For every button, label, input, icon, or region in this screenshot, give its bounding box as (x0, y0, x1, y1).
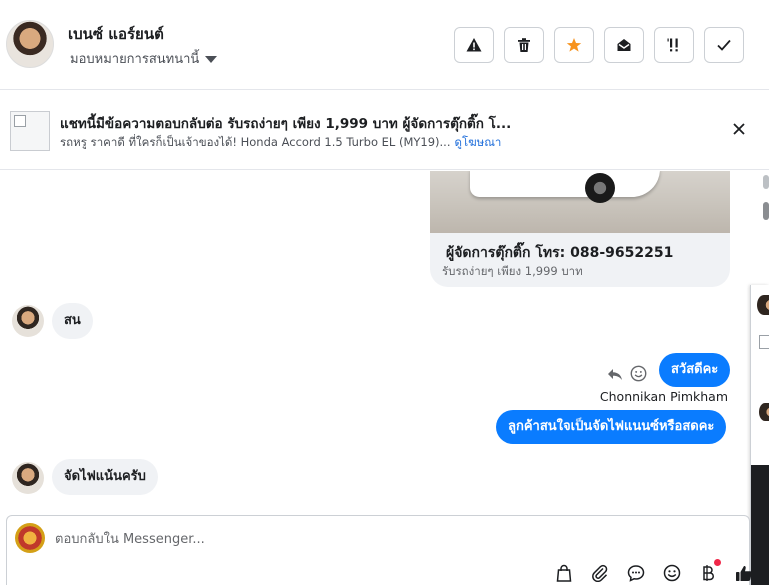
emoji-icon (663, 564, 681, 582)
trash-icon (518, 38, 530, 52)
report-button[interactable] (454, 27, 494, 63)
payment-button[interactable] (697, 559, 721, 584)
outgoing-message: สวัสดีคะ (659, 353, 731, 387)
reply-icon[interactable] (607, 366, 623, 382)
car-wheel (585, 173, 615, 203)
car-photo (430, 171, 730, 233)
ad-card[interactable]: ผู้จัดการตุ๊กติ๊ก โทร: 088-9652251 รับรถ… (430, 171, 730, 287)
scrollbar[interactable] (763, 175, 769, 189)
view-ad-link[interactable]: ดูโฆษณา (455, 135, 502, 149)
ad-card-subtitle: รับรถง่ายๆ เพียง 1,999 บาท (442, 264, 583, 278)
like-button[interactable] (733, 562, 755, 584)
delete-button[interactable] (504, 27, 544, 63)
sender-name: Chonnikan Pimkham (599, 389, 728, 404)
mark-unread-icon (617, 39, 631, 51)
notification-dot (714, 559, 721, 566)
incoming-message: สน (52, 303, 93, 339)
contact-avatar-small (12, 305, 44, 337)
outgoing-message: ลูกค้าสนใจเป็นจัดไฟแนนซ์หรือสดคะ (496, 410, 727, 444)
attach-button[interactable] (589, 562, 611, 584)
paperclip-icon (592, 564, 608, 582)
star-icon (566, 38, 582, 52)
ad-title: แชทนี้มีข้อความตอบกลับต่อ รับรถง่ายๆ เพี… (60, 116, 512, 132)
done-check-icon (717, 39, 731, 51)
thumbs-up-icon (736, 566, 752, 581)
shopping-button[interactable] (553, 562, 575, 584)
emoji-react-icon[interactable] (630, 365, 647, 382)
assign-label: มอบหมายการสนทนานี้ (70, 52, 200, 67)
follow-up-icon (667, 38, 678, 52)
contact-avatar-small (12, 462, 44, 494)
message-thread: ผู้จัดการตุ๊กติ๊ก โทร: 088-9652251 รับรถ… (0, 171, 750, 514)
reply-composer (6, 515, 752, 585)
close-icon[interactable] (731, 121, 747, 137)
reply-input[interactable] (55, 526, 655, 552)
ad-subtitle-text: รถหรู ราคาดี ที่ใครก็เป็นเจ้าของได้! Hon… (60, 135, 451, 149)
saved-reply-icon (627, 565, 645, 582)
contact-avatar[interactable] (6, 20, 54, 68)
caret-down-icon (205, 56, 218, 63)
star-button[interactable] (554, 27, 594, 63)
incoming-message: จัดไฟแน้นครับ (52, 459, 158, 495)
ad-reply-banner: แชทนี้มีข้อความตอบกลับต่อ รับรถง่ายๆ เพี… (0, 91, 769, 170)
conversation-list-peek (750, 285, 769, 585)
image-placeholder-icon (759, 335, 769, 349)
car-shape (470, 171, 660, 197)
follow-up-button[interactable] (654, 27, 694, 63)
composer-tools (553, 559, 755, 584)
emoji-button[interactable] (661, 562, 683, 584)
side-panel-peek (750, 171, 769, 585)
scrollbar-thumb[interactable] (763, 202, 769, 220)
baht-payment-icon (703, 565, 714, 581)
ad-card-title: ผู้จัดการตุ๊กติ๊ก โทร: 088-9652251 (446, 245, 674, 261)
ad-thumbnail (10, 111, 50, 151)
avatar (757, 295, 769, 315)
header-actions (454, 27, 744, 63)
report-icon (466, 38, 482, 52)
contact-name[interactable]: เบนซ์ แอร์ยนต์ (68, 22, 164, 46)
ad-subtitle: รถหรู ราคาดี ที่ใครก็เป็นเจ้าของได้! Hon… (60, 134, 501, 152)
page-avatar (15, 523, 45, 553)
avatar (759, 403, 769, 421)
assign-conversation-dropdown[interactable]: มอบหมายการสนทนานี้ (70, 48, 218, 69)
saved-reply-button[interactable] (625, 562, 647, 584)
conversation-header: เบนซ์ แอร์ยนต์ มอบหมายการสนทนานี้ (0, 0, 769, 90)
mark-done-button[interactable] (704, 27, 744, 63)
shopping-bag-icon (556, 564, 572, 582)
mark-unread-button[interactable] (604, 27, 644, 63)
